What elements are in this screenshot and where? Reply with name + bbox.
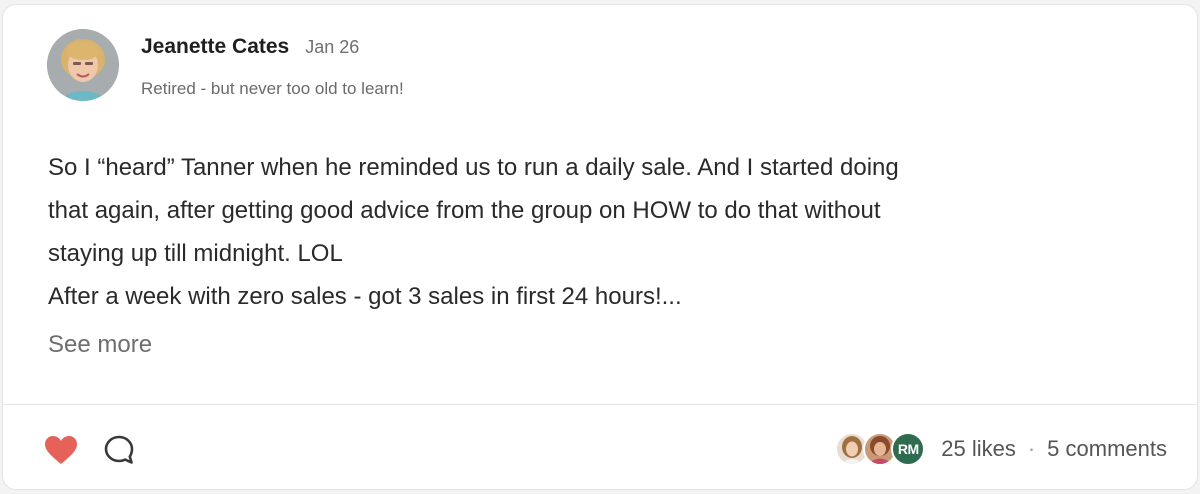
heart-icon xyxy=(45,436,77,464)
post-card: Jeanette Cates Jan 26 Retired - but neve… xyxy=(2,4,1198,490)
comment-button[interactable] xyxy=(101,432,137,468)
post-body-line: After a week with zero sales - got 3 sal… xyxy=(48,283,682,310)
stats-separator: · xyxy=(1027,436,1036,461)
reactor-avatars[interactable]: RM xyxy=(835,432,926,466)
post-body-line: staying up till midnight. LOL xyxy=(48,240,343,267)
see-more-link[interactable]: See more xyxy=(48,331,152,359)
post-body-line: So I “heard” Tanner when he reminded us … xyxy=(48,154,899,181)
author-avatar-image xyxy=(47,29,119,101)
author-name[interactable]: Jeanette Cates xyxy=(141,35,289,59)
like-button[interactable] xyxy=(43,432,79,468)
author-avatar[interactable] xyxy=(47,29,119,101)
footer-divider xyxy=(3,404,1197,405)
post-body-line: that again, after getting good advice fr… xyxy=(48,197,881,224)
comment-bubble-icon xyxy=(104,435,134,464)
post-actions xyxy=(43,432,137,468)
likes-count[interactable]: 25 likes xyxy=(941,436,1016,462)
post-header: Jeanette Cates Jan 26 Retired - but neve… xyxy=(47,29,404,101)
author-meta: Jeanette Cates Jan 26 Retired - but neve… xyxy=(141,35,404,99)
author-name-row: Jeanette Cates Jan 26 xyxy=(141,35,404,59)
post-stats: RM 25 likes · 5 comments xyxy=(835,429,1167,469)
post-date[interactable]: Jan 26 xyxy=(305,37,359,58)
author-tagline: Retired - but never too old to learn! xyxy=(141,79,404,98)
reactor-initials-avatar: RM xyxy=(891,432,926,466)
post-body: So I “heard” Tanner when he reminded us … xyxy=(48,146,1158,318)
comments-count[interactable]: 5 comments xyxy=(1047,436,1167,462)
